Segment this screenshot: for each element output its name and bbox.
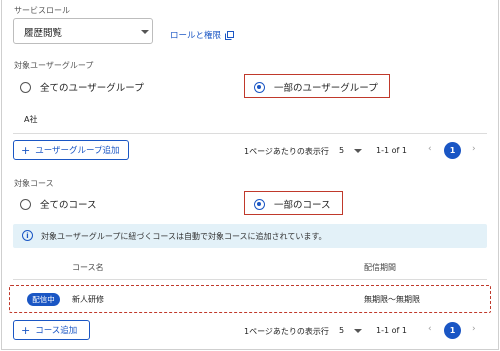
column-header-period: 配信期間 — [364, 263, 396, 272]
info-banner: i 対象ユーザーグループに紐づくコースは自動で対象コースに追加されています。 — [13, 224, 487, 248]
radio-all-user-groups[interactable]: 全てのユーザーグループ — [20, 80, 144, 94]
plus-icon: + — [21, 143, 31, 157]
user-groups-label: 対象ユーザーグループ — [14, 61, 94, 70]
course-name: 新人研修 — [72, 295, 104, 304]
service-role-value: 履歴閲覧 — [24, 28, 63, 39]
rows-per-page-label: 1ページあたりの表示行 — [244, 147, 329, 156]
current-page-button[interactable]: 1 — [444, 142, 461, 159]
column-header-course-name: コース名 — [72, 263, 104, 272]
divider — [13, 133, 487, 134]
pagination-range: 1-1 of 1 — [376, 326, 407, 335]
user-group-item: A社 — [24, 115, 38, 124]
chevron-down-icon — [354, 328, 363, 333]
rows-per-page-select[interactable]: 5 — [339, 326, 363, 335]
radio-some-user-groups[interactable]: 一部のユーザーグループ — [254, 80, 378, 94]
chevron-down-icon — [141, 30, 149, 34]
rows-per-page-value: 5 — [339, 146, 345, 155]
radio-button[interactable] — [20, 81, 31, 93]
roles-link-label: ロールと権限 — [170, 30, 222, 41]
prev-page-icon[interactable]: ‹ — [428, 144, 432, 154]
roles-permissions-link[interactable]: ロールと権限 — [170, 25, 235, 44]
current-page-button[interactable]: 1 — [444, 322, 461, 339]
add-user-group-button[interactable]: + ユーザーグループ追加 — [13, 140, 129, 160]
next-page-icon[interactable]: › — [472, 324, 476, 334]
course-period: 無期限～無期限 — [364, 295, 420, 304]
chevron-down-icon — [354, 148, 363, 153]
divider — [13, 279, 487, 280]
next-page-icon[interactable]: › — [472, 144, 476, 154]
info-icon: i — [22, 230, 33, 241]
add-user-group-label: ユーザーグループ追加 — [35, 146, 120, 156]
add-course-button[interactable]: + コース追加 — [13, 320, 90, 340]
radio-all-courses[interactable]: 全てのコース — [20, 197, 97, 211]
info-text: 対象ユーザーグループに紐づくコースは自動で対象コースに追加されています。 — [41, 232, 327, 241]
courses-label: 対象コース — [14, 179, 54, 188]
radio-some-courses-label: 一部のコース — [274, 200, 331, 211]
open-in-new-icon — [225, 25, 235, 44]
radio-some-courses[interactable]: 一部のコース — [254, 197, 331, 211]
radio-button[interactable] — [20, 198, 31, 210]
pagination-range: 1-1 of 1 — [376, 146, 407, 155]
radio-some-user-groups-label: 一部のユーザーグループ — [274, 83, 378, 94]
rows-per-page-value: 5 — [339, 326, 345, 335]
service-role-label: サービスロール — [14, 6, 70, 15]
radio-all-courses-label: 全てのコース — [40, 200, 97, 211]
service-role-select[interactable]: 履歴閲覧 — [13, 18, 153, 44]
prev-page-icon[interactable]: ‹ — [428, 324, 432, 334]
rows-per-page-select[interactable]: 5 — [339, 146, 363, 155]
table-row[interactable]: 配信中 新人研修 無期限～無期限 — [9, 285, 491, 313]
plus-icon: + — [21, 323, 31, 337]
status-badge: 配信中 — [27, 293, 60, 306]
add-course-label: コース追加 — [35, 326, 78, 336]
rows-per-page-label: 1ページあたりの表示行 — [244, 327, 329, 336]
radio-button-selected[interactable] — [254, 81, 265, 93]
radio-all-user-groups-label: 全てのユーザーグループ — [40, 83, 144, 94]
radio-button-selected[interactable] — [254, 198, 265, 210]
